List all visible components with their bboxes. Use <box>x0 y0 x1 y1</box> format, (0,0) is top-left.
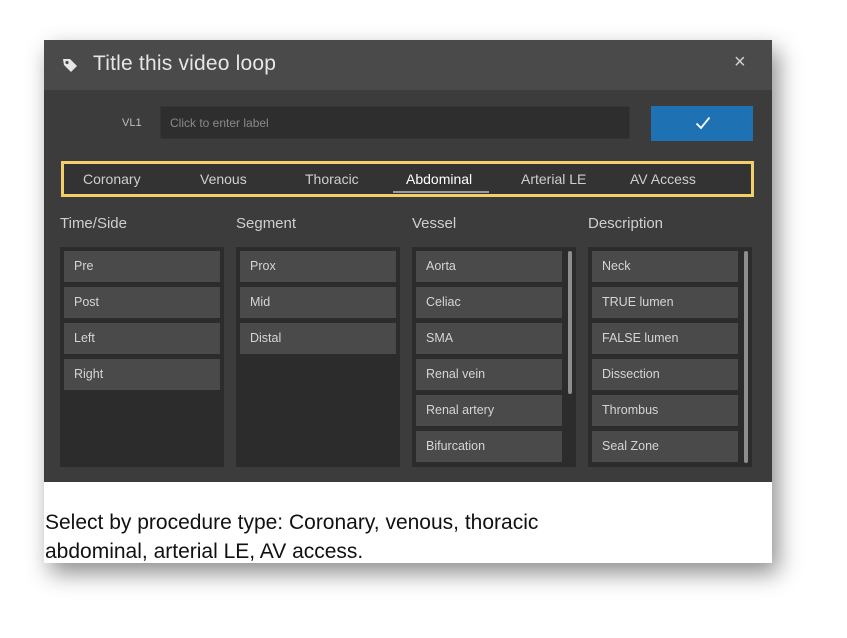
list-item[interactable]: Thrombus <box>592 395 738 426</box>
slide-caption: Select by procedure type: Coronary, veno… <box>45 508 538 566</box>
vessel-list: Aorta Celiac SMA Renal vein Renal artery… <box>412 247 576 467</box>
column-heading-segment: Segment <box>236 215 297 232</box>
list-item[interactable]: Right <box>64 359 220 390</box>
column-heading-time-side: Time/Side <box>60 215 127 232</box>
tab-thoracic[interactable]: Thoracic <box>305 164 359 194</box>
column-heading-description: Description <box>588 215 664 232</box>
list-item[interactable]: TRUE lumen <box>592 287 738 318</box>
video-loop-id-label: VL1 <box>122 117 142 129</box>
procedure-type-tabs: Coronary Venous Thoracic Abdominal Arter… <box>61 161 754 197</box>
tab-av-access[interactable]: AV Access <box>630 164 696 194</box>
list-item[interactable]: Renal vein <box>416 359 562 390</box>
tab-venous[interactable]: Venous <box>200 164 247 194</box>
tab-coronary[interactable]: Coronary <box>83 164 141 194</box>
segment-list: Prox Mid Distal <box>236 247 400 467</box>
list-item[interactable]: FALSE lumen <box>592 323 738 354</box>
list-item[interactable]: Seal Zone <box>592 431 738 462</box>
list-item[interactable]: Dissection <box>592 359 738 390</box>
selected-tab-indicator <box>393 191 489 193</box>
list-item[interactable]: Bifurcation <box>416 431 562 462</box>
time-side-list: Pre Post Left Right <box>60 247 224 467</box>
list-item[interactable]: Renal artery <box>416 395 562 426</box>
list-item[interactable]: Pre <box>64 251 220 282</box>
column-heading-vessel: Vessel <box>412 215 457 232</box>
description-list: Neck TRUE lumen FALSE lumen Dissection T… <box>588 247 752 467</box>
list-item[interactable]: Aorta <box>416 251 562 282</box>
confirm-button[interactable] <box>651 106 753 141</box>
list-item[interactable]: Distal <box>240 323 396 354</box>
list-item[interactable]: SMA <box>416 323 562 354</box>
loop-label-input[interactable] <box>160 106 630 139</box>
dialog-titlebar: Title this video loop × <box>44 40 772 90</box>
description-scrollbar[interactable] <box>744 251 748 463</box>
list-item[interactable]: Prox <box>240 251 396 282</box>
list-item[interactable]: Neck <box>592 251 738 282</box>
close-icon[interactable]: × <box>734 51 746 74</box>
tab-abdominal[interactable]: Abdominal <box>406 164 472 194</box>
list-item[interactable]: Left <box>64 323 220 354</box>
list-item[interactable]: Mid <box>240 287 396 318</box>
dialog-title: Title this video loop <box>93 52 277 75</box>
tab-arterial-le[interactable]: Arterial LE <box>521 164 586 194</box>
slide-card: Title this video loop × VL1 Coronary Ven… <box>44 40 772 563</box>
title-video-loop-dialog: Title this video loop × VL1 Coronary Ven… <box>44 40 772 482</box>
vessel-scrollbar[interactable] <box>568 251 572 394</box>
check-icon <box>695 116 711 130</box>
list-item[interactable]: Celiac <box>416 287 562 318</box>
list-item[interactable]: Post <box>64 287 220 318</box>
caption-line-1: Select by procedure type: Coronary, veno… <box>45 511 539 534</box>
tag-icon <box>63 59 77 72</box>
caption-line-2: abdominal, arterial LE, AV access. <box>45 540 364 563</box>
